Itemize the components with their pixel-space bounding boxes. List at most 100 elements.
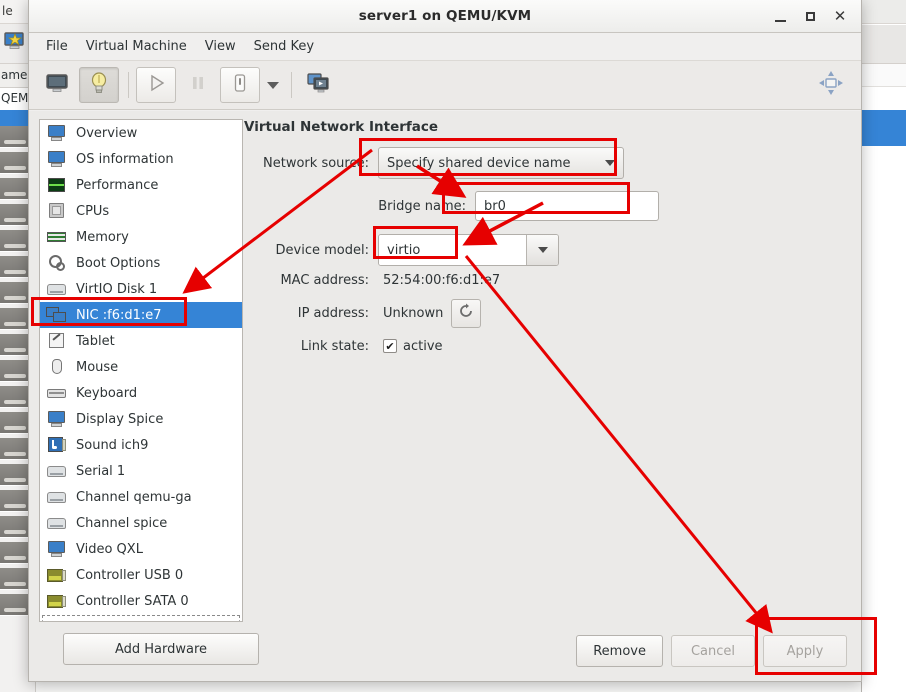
hw-item-virtio-disk-1[interactable]: VirtIO Disk 1 xyxy=(40,276,242,302)
apply-button[interactable]: Apply xyxy=(763,635,847,667)
menu-virtual-machine[interactable]: Virtual Machine xyxy=(77,35,196,58)
hw-item-tablet[interactable]: Tablet xyxy=(40,328,242,354)
background-window-right xyxy=(861,0,906,692)
bridge-name-value: br0 xyxy=(484,198,506,214)
nic-icon xyxy=(46,305,68,325)
hw-item-sound-ich9[interactable]: Sound ich9 xyxy=(40,432,242,458)
device-model-value[interactable]: virtio xyxy=(379,235,526,265)
hw-item-channel-spice[interactable]: Channel spice xyxy=(40,510,242,536)
menu-send-key[interactable]: Send Key xyxy=(245,35,323,58)
show-console-button[interactable] xyxy=(37,67,77,103)
hw-item-serial-1[interactable]: Serial 1 xyxy=(40,458,242,484)
hw-item-mouse[interactable]: Mouse xyxy=(40,354,242,380)
close-icon: ✕ xyxy=(833,7,847,25)
minimize-button[interactable] xyxy=(765,3,795,31)
snapshots-button[interactable] xyxy=(299,67,339,103)
hw-item-label: NIC :f6:d1:e7 xyxy=(76,307,162,323)
disk-icon xyxy=(46,513,68,533)
menu-file[interactable]: File xyxy=(37,35,77,58)
device-model-combo[interactable]: virtio xyxy=(378,234,559,266)
apply-label: Apply xyxy=(786,643,824,659)
background-stripe xyxy=(0,126,30,148)
dialog-button-bar: Remove Cancel Apply xyxy=(568,635,847,667)
power-icon xyxy=(232,73,248,97)
background-stripe xyxy=(0,542,30,564)
pause-icon xyxy=(189,74,207,96)
hw-item-label: Serial 1 xyxy=(76,463,126,479)
shutdown-menu-button[interactable] xyxy=(262,67,284,103)
hw-item-keyboard[interactable]: Keyboard xyxy=(40,380,242,406)
background-right-selected-row xyxy=(861,110,906,146)
hw-item-channel-qemu-ga[interactable]: Channel qemu-ga xyxy=(40,484,242,510)
background-stripe xyxy=(0,152,30,174)
hw-item-label: Overview xyxy=(76,125,138,141)
background-stripe xyxy=(0,282,30,304)
hw-item-label: CPUs xyxy=(76,203,110,219)
network-source-value: Specify shared device name xyxy=(387,155,571,171)
mouse-icon xyxy=(46,357,68,377)
controller-icon xyxy=(46,617,68,621)
remove-button[interactable]: Remove xyxy=(576,635,663,667)
disk-icon xyxy=(46,461,68,481)
hw-item-cpus[interactable]: CPUs xyxy=(40,198,242,224)
hw-item-boot-options[interactable]: Boot Options xyxy=(40,250,242,276)
shutdown-button[interactable] xyxy=(220,67,260,103)
hw-item-os-information[interactable]: OS information xyxy=(40,146,242,172)
background-right-header xyxy=(861,64,906,87)
fullscreen-button[interactable] xyxy=(811,67,851,103)
vm-details-window: server1 on QEMU/KVM ✕ File Virtual Machi… xyxy=(28,0,862,682)
tablet-icon xyxy=(46,331,68,351)
menubar: File Virtual Machine View Send Key xyxy=(29,33,861,61)
hardware-list[interactable]: Overview OS information Performance CPUs… xyxy=(39,119,243,622)
hw-item-overview[interactable]: Overview xyxy=(40,120,242,146)
cancel-label: Cancel xyxy=(690,643,736,659)
show-details-button[interactable] xyxy=(79,67,119,103)
pause-button[interactable] xyxy=(178,67,218,103)
hw-item-label: Channel spice xyxy=(76,515,168,531)
background-stripe xyxy=(0,490,30,512)
mac-address-label: MAC address: xyxy=(280,272,369,288)
close-button[interactable]: ✕ xyxy=(825,3,855,31)
monitor-icon xyxy=(46,409,68,429)
sound-icon xyxy=(46,435,68,455)
remove-label: Remove xyxy=(593,643,646,659)
network-source-dropdown[interactable]: Specify shared device name xyxy=(378,147,624,179)
play-icon xyxy=(146,73,166,97)
mac-address-value: 52:54:00:f6:d1:e7 xyxy=(383,272,501,288)
add-hardware-button[interactable]: Add Hardware xyxy=(63,633,259,665)
hw-item-label: Controller USB 0 xyxy=(76,567,184,583)
cancel-button[interactable]: Cancel xyxy=(671,635,755,667)
checkmark-icon: ✔ xyxy=(383,339,397,353)
monitor-icon xyxy=(45,72,69,98)
hw-item-controller-pcie-0[interactable]: Controller PCIe 0 xyxy=(40,614,242,622)
hw-item-label: Controller PCIe 0 xyxy=(76,620,185,622)
hw-item-video-qxl[interactable]: Video QXL xyxy=(40,536,242,562)
maximize-button[interactable] xyxy=(795,3,825,31)
hw-item-performance[interactable]: Performance xyxy=(40,172,242,198)
minimize-icon xyxy=(774,19,786,22)
background-stripe xyxy=(0,230,30,252)
hw-item-label: OS information xyxy=(76,151,174,167)
hw-item-memory[interactable]: Memory xyxy=(40,224,242,250)
background-stripe xyxy=(0,256,30,278)
disk-icon xyxy=(46,487,68,507)
hw-item-display-spice[interactable]: Display Spice xyxy=(40,406,242,432)
refresh-ip-button[interactable] xyxy=(451,298,482,328)
titlebar: server1 on QEMU/KVM ✕ xyxy=(29,0,861,33)
page-title: Virtual Network Interface xyxy=(244,119,439,135)
link-state-checkbox[interactable]: ✔ active xyxy=(383,339,443,354)
ip-address-label: IP address: xyxy=(297,305,369,321)
hw-item-controller-sata-0[interactable]: Controller SATA 0 xyxy=(40,588,242,614)
hw-item-nic[interactable]: NIC :f6:d1:e7 xyxy=(40,302,242,328)
toolbar-separator xyxy=(128,72,129,98)
detail-pane: Virtual Network Interface Network source… xyxy=(244,111,861,681)
run-button[interactable] xyxy=(136,67,176,103)
hw-item-label: Performance xyxy=(76,177,159,193)
menu-view[interactable]: View xyxy=(196,35,245,58)
bridge-name-input[interactable]: br0 xyxy=(475,191,659,221)
bridge-name-label: Bridge name: xyxy=(378,198,466,214)
background-right-menubar xyxy=(861,0,906,24)
hw-item-label: Sound ich9 xyxy=(76,437,149,453)
device-model-dropdown-button[interactable] xyxy=(526,235,558,265)
hw-item-controller-usb-0[interactable]: Controller USB 0 xyxy=(40,562,242,588)
